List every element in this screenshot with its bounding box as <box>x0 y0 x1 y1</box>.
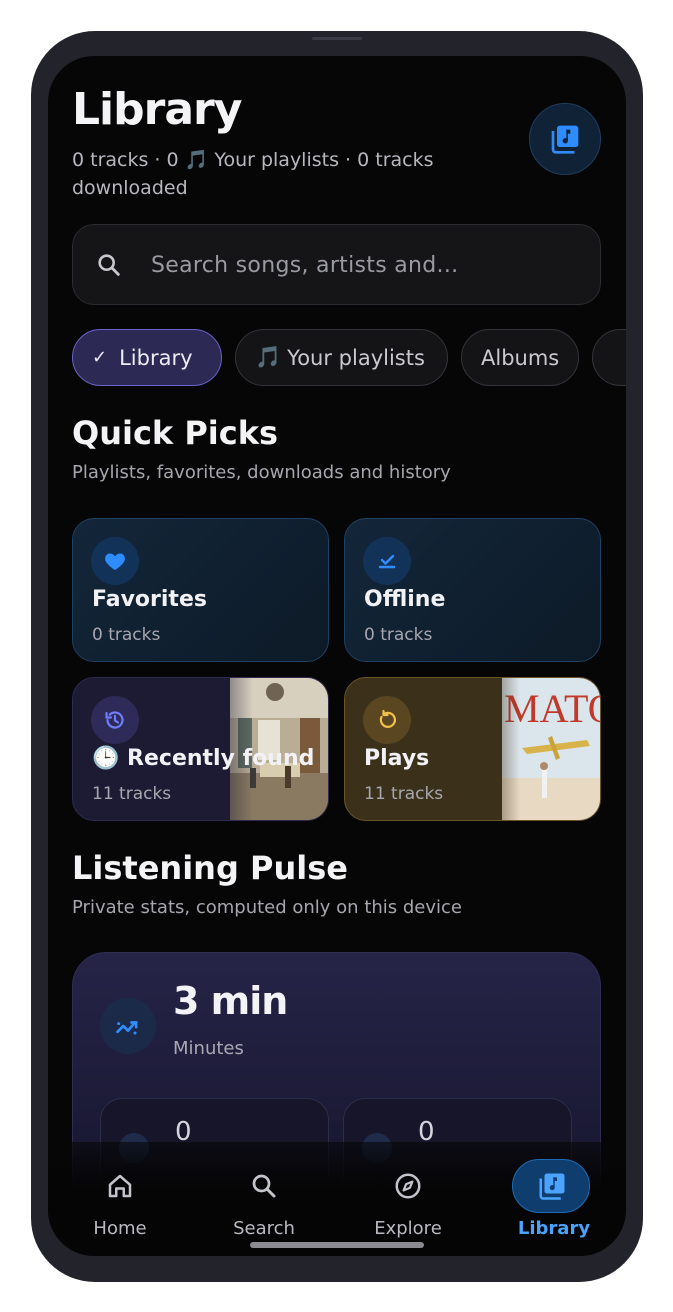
chip-more[interactable] <box>592 329 626 386</box>
nav-label: Explore <box>374 1218 442 1239</box>
trending-icon <box>100 998 156 1054</box>
plays-card[interactable]: MATOR Plays 11 tracks <box>344 677 601 821</box>
nav-explore[interactable]: Explore <box>348 1142 468 1256</box>
library-summary: 0 tracks · 0 🎵 Your playlists · 0 tracks… <box>72 146 472 202</box>
chip-albums[interactable]: Albums <box>461 329 579 386</box>
offline-card[interactable]: Offline 0 tracks <box>344 518 601 662</box>
card-title: Offline <box>364 587 446 612</box>
card-count: 11 tracks <box>92 784 172 804</box>
chip-label: Albums <box>481 345 560 370</box>
nav-label: Search <box>233 1218 295 1239</box>
nav-label: Library <box>517 1218 591 1239</box>
heart-icon <box>91 537 139 585</box>
card-title: Favorites <box>92 587 207 612</box>
search-icon <box>98 254 120 276</box>
library-music-icon <box>551 125 579 154</box>
replay-icon <box>363 696 411 744</box>
home-icon <box>100 1166 140 1206</box>
library-action-button[interactable] <box>529 103 601 175</box>
music-note-icon: 🎵 <box>255 345 282 369</box>
history-icon <box>91 696 139 744</box>
music-note-emoji: 🎵 <box>184 149 209 171</box>
app-screen: Library 0 tracks · 0 🎵 Your playlists · … <box>48 56 626 1256</box>
chip-your-playlists[interactable]: 🎵 Your playlists <box>235 329 448 386</box>
art-fade <box>470 678 520 820</box>
recently-found-card[interactable]: 🕒 Recently found 11 tracks <box>72 677 329 821</box>
minutes-value: 3 min <box>173 979 288 1023</box>
bottom-navigation: Home Search Explore Library <box>48 1142 626 1256</box>
compass-icon <box>388 1166 428 1206</box>
card-count: 0 tracks <box>364 625 433 645</box>
chip-label: Your playlists <box>287 345 425 370</box>
favorites-card[interactable]: Favorites 0 tracks <box>72 518 329 662</box>
speaker-slot <box>312 37 362 40</box>
summary-part-1: 0 tracks · 0 <box>72 149 179 171</box>
nav-home[interactable]: Home <box>60 1142 180 1256</box>
listening-pulse-title: Listening Pulse <box>72 849 348 887</box>
quick-picks-title: Quick Picks <box>72 414 279 452</box>
quick-picks-subtitle: Playlists, favorites, downloads and hist… <box>72 462 451 483</box>
chip-label: Library <box>119 345 193 370</box>
page-title: Library <box>72 84 242 135</box>
chip-library[interactable]: ✓ Library <box>72 329 222 386</box>
check-icon: ✓ <box>92 347 108 368</box>
library-music-icon <box>532 1166 572 1206</box>
card-title: 🕒 Recently found <box>92 746 315 771</box>
search-placeholder: Search songs, artists and... <box>151 253 459 278</box>
filter-chips: ✓ Library 🎵 Your playlists Albums <box>72 329 626 387</box>
nav-search[interactable]: Search <box>204 1142 324 1256</box>
card-count: 0 tracks <box>92 625 161 645</box>
home-indicator[interactable] <box>250 1242 424 1248</box>
card-title: Plays <box>364 746 430 771</box>
nav-label: Home <box>93 1218 147 1239</box>
card-count: 11 tracks <box>364 784 444 804</box>
nav-library[interactable]: Library <box>494 1142 614 1256</box>
download-done-icon <box>363 537 411 585</box>
listening-pulse-subtitle: Private stats, computed only on this dev… <box>72 897 463 918</box>
minutes-label: Minutes <box>173 1038 244 1059</box>
search-icon <box>244 1166 284 1206</box>
search-input[interactable]: Search songs, artists and... <box>72 224 601 305</box>
